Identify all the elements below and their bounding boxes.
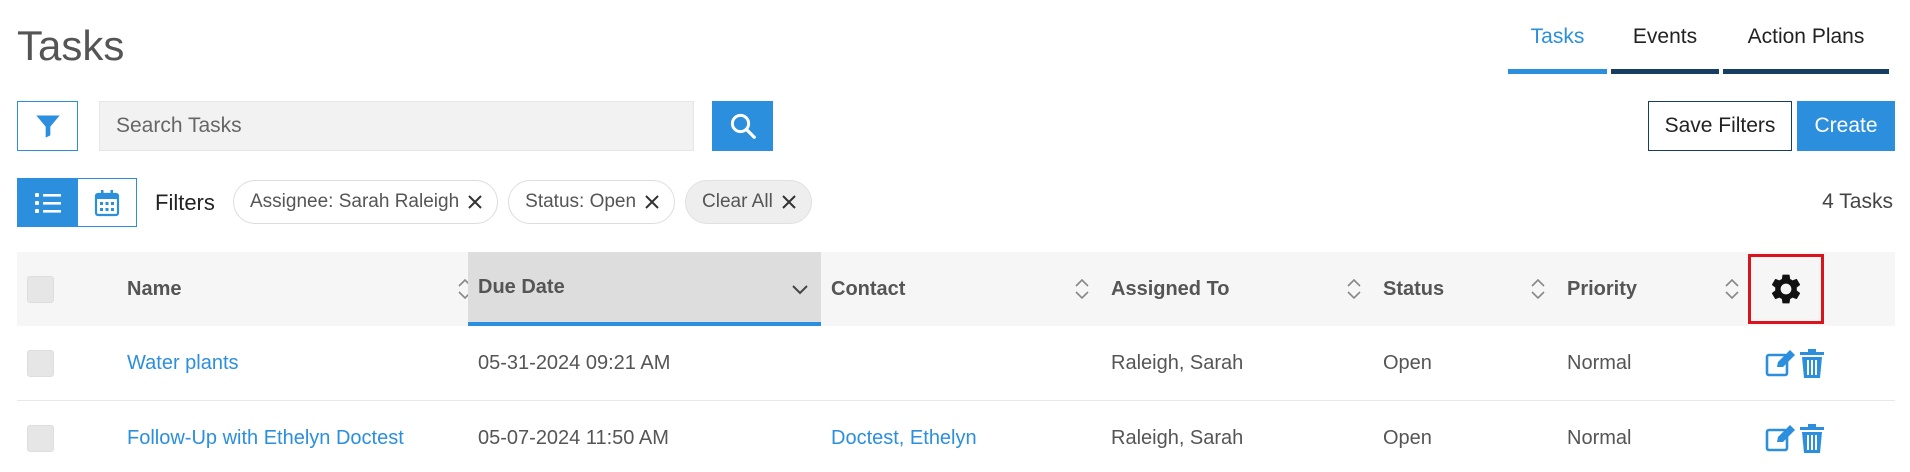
due-date-cell: 05-31-2024 09:21 AM: [478, 352, 671, 374]
sort-icon: [1075, 278, 1089, 300]
contact-link[interactable]: Doctest, Ethelyn: [821, 401, 977, 472]
search-input[interactable]: [99, 101, 694, 151]
list-view-button[interactable]: [18, 179, 77, 226]
column-header-assigned-to[interactable]: Assigned To: [1101, 252, 1373, 326]
filter-chip-label: Clear All: [702, 191, 773, 212]
status-cell: Open: [1383, 427, 1432, 449]
search-button[interactable]: [712, 101, 773, 151]
filter-chip-assignee: Assignee: Sarah Raleigh: [233, 180, 499, 224]
filter-chips: Assignee: Sarah Raleigh Status: Open Cle…: [233, 180, 822, 224]
column-header-priority[interactable]: Priority: [1557, 252, 1751, 326]
sort-icon: [1347, 278, 1361, 300]
status-cell: Open: [1383, 352, 1432, 374]
header-select-cell: [17, 252, 117, 326]
column-header-status[interactable]: Status: [1373, 252, 1557, 326]
tasks-table: Name Due Date Contact Assigned To Status…: [17, 252, 1895, 472]
trash-icon[interactable]: [1799, 423, 1825, 454]
save-filters-button[interactable]: Save Filters: [1648, 101, 1792, 151]
calendar-icon: [94, 189, 120, 216]
page-title: Tasks: [17, 22, 125, 69]
clear-all-chip[interactable]: Clear All: [685, 180, 812, 224]
gear-icon: [1771, 274, 1801, 304]
column-label: Due Date: [478, 275, 565, 298]
column-header-contact[interactable]: Contact: [821, 252, 1101, 326]
select-all-checkbox[interactable]: [27, 275, 54, 303]
filters-label: Filters: [155, 190, 215, 215]
table-row: Follow-Up with Ethelyn Doctest 05-07-202…: [17, 401, 1895, 472]
column-header-name[interactable]: Name: [117, 252, 484, 326]
close-icon[interactable]: [781, 194, 797, 210]
assigned-to-cell: Raleigh, Sarah: [1111, 352, 1244, 374]
column-label: Name: [127, 277, 182, 300]
filter-button[interactable]: [17, 101, 78, 151]
column-header-due-date[interactable]: Due Date: [468, 252, 821, 326]
row-checkbox[interactable]: [27, 350, 54, 377]
row-actions: [1765, 326, 1827, 401]
task-count: 4 Tasks: [1822, 190, 1893, 213]
close-icon[interactable]: [644, 194, 660, 210]
filter-icon: [35, 115, 60, 138]
assigned-to-cell: Raleigh, Sarah: [1111, 427, 1244, 449]
edit-icon[interactable]: [1765, 349, 1797, 379]
view-toggle: [17, 178, 137, 227]
tab-events[interactable]: Events: [1611, 20, 1719, 74]
edit-icon[interactable]: [1765, 424, 1797, 454]
nav-tabs: Tasks Events Action Plans: [1508, 20, 1889, 74]
trash-icon[interactable]: [1799, 348, 1825, 379]
tab-action-plans[interactable]: Action Plans: [1723, 20, 1889, 74]
tab-tasks[interactable]: Tasks: [1508, 20, 1607, 74]
column-label: Contact: [831, 277, 906, 300]
chevron-down-icon: [792, 285, 808, 295]
sort-icon: [1531, 278, 1545, 300]
create-button[interactable]: Create: [1797, 101, 1895, 151]
row-select-cell: [17, 326, 117, 401]
filter-chip-label: Status: Open: [525, 191, 637, 212]
table-header: Name Due Date Contact Assigned To Status…: [17, 252, 1895, 326]
sort-icon: [1725, 278, 1739, 300]
close-icon[interactable]: [467, 194, 483, 210]
column-label: Priority: [1567, 277, 1638, 300]
task-name-link[interactable]: Follow-Up with Ethelyn Doctest: [117, 401, 404, 472]
filter-chip-label: Assignee: Sarah Raleigh: [250, 191, 460, 212]
due-date-cell: 05-07-2024 11:50 AM: [478, 427, 669, 449]
contact-link[interactable]: [821, 326, 831, 401]
priority-cell: Normal: [1567, 352, 1632, 374]
column-label: Assigned To: [1111, 277, 1230, 300]
calendar-view-button[interactable]: [77, 179, 136, 226]
row-checkbox[interactable]: [27, 425, 54, 452]
column-label: Status: [1383, 277, 1445, 300]
filter-chip-status: Status: Open: [508, 180, 676, 224]
row-select-cell: [17, 401, 117, 472]
column-settings-button[interactable]: [1748, 254, 1824, 324]
task-name-link[interactable]: Water plants: [117, 326, 239, 401]
table-row: Water plants 05-31-2024 09:21 AM Raleigh…: [17, 326, 1895, 401]
search-icon: [730, 113, 756, 139]
row-actions: [1765, 401, 1827, 472]
list-icon: [34, 192, 61, 213]
priority-cell: Normal: [1567, 427, 1632, 449]
